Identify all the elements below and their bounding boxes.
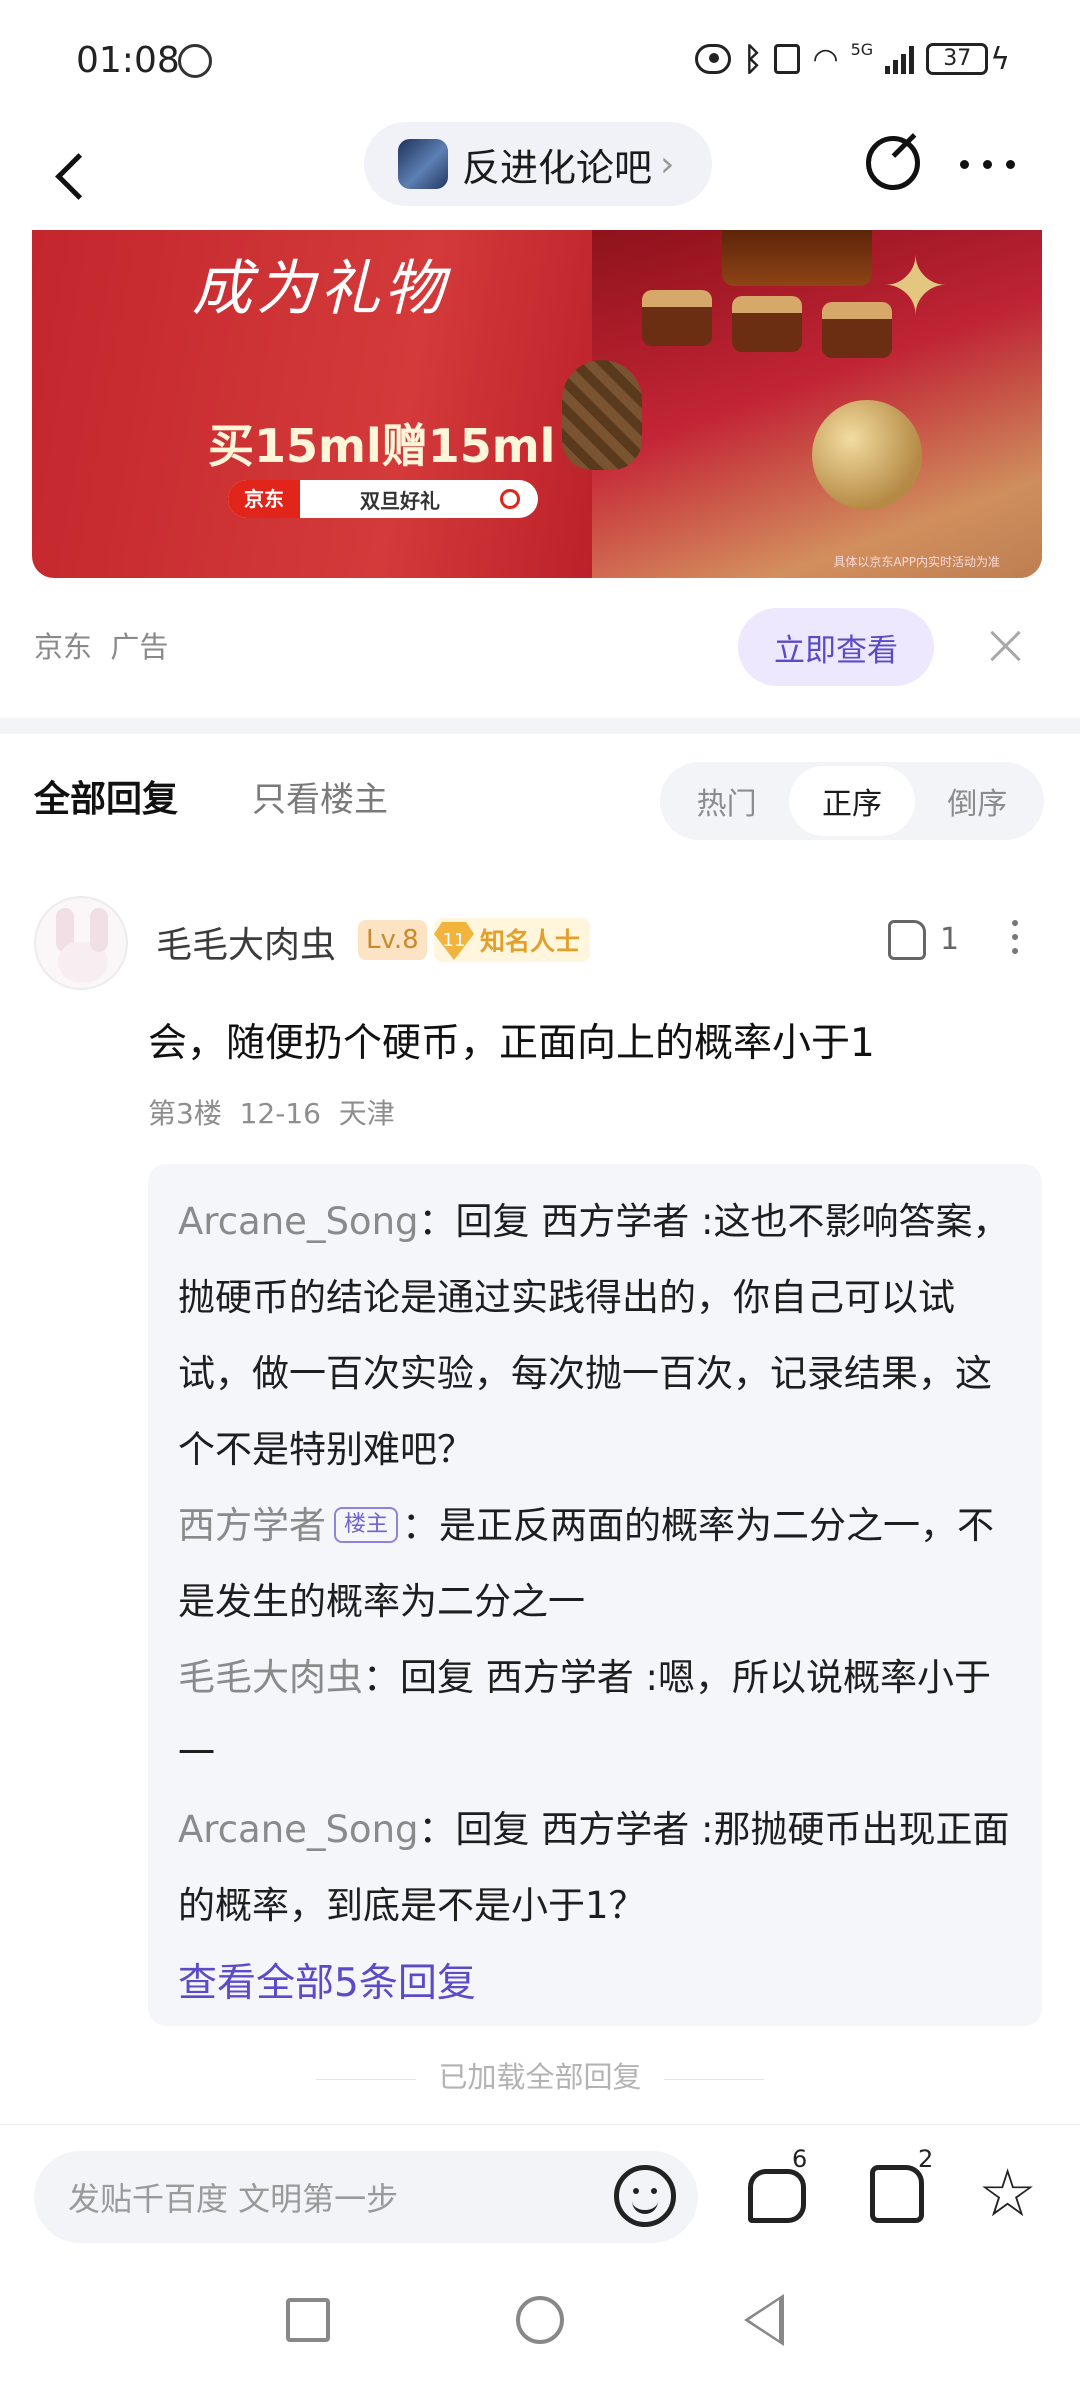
loaded-all-label: 已加载全部回复 bbox=[0, 2054, 1080, 2096]
top-nav: 反进化论吧 › bbox=[0, 120, 1080, 230]
recent-apps-icon[interactable] bbox=[286, 2298, 330, 2342]
sort-ascending[interactable]: 正序 bbox=[789, 766, 915, 836]
section-divider bbox=[0, 718, 1080, 734]
thread-like-count: 2 bbox=[918, 2145, 934, 2173]
charging-icon: ϟ bbox=[990, 41, 1010, 77]
comment-icon[interactable] bbox=[748, 2169, 806, 2223]
emoji-icon[interactable] bbox=[614, 2165, 676, 2227]
thumbs-up-icon[interactable] bbox=[870, 2165, 924, 2223]
ad-view-now-button[interactable]: 立即查看 bbox=[738, 608, 934, 686]
view-all-replies-link[interactable]: 查看全部5条回复 bbox=[178, 1944, 1012, 2024]
sub-reply-author[interactable]: 西方学者 bbox=[178, 1504, 326, 1547]
post-body: 会，随便扔个硬币，正面向上的概率小于1 bbox=[148, 1021, 875, 1066]
home-icon[interactable] bbox=[516, 2296, 564, 2344]
vibrate-icon bbox=[774, 44, 801, 74]
reply-input-placeholder: 发贴千百度 文明第一步 bbox=[68, 2180, 399, 2218]
bottom-bar: 发贴千百度 文明第一步 6 2 ☆ bbox=[0, 2124, 1080, 2256]
post-meta: 第3楼 12-16 天津 bbox=[148, 1097, 395, 1130]
forum-name: 反进化论吧 bbox=[462, 145, 653, 190]
sub-reply[interactable]: 毛毛大肉虫：回复 西方学者 :嗯，所以说概率小于一 bbox=[178, 1640, 1012, 1792]
ad-banner[interactable]: ✦ 成为礼物 买15ml赠15ml 京东 双旦好礼 具体以京东APP内实时活动为… bbox=[32, 230, 1042, 578]
system-nav-bar bbox=[0, 2256, 1080, 2388]
status-bar: 01:08 ᛒ ◠ 5G 37 ϟ bbox=[0, 0, 1080, 120]
hand-icon bbox=[178, 44, 212, 78]
like-count: 1 bbox=[940, 922, 960, 957]
avatar-face bbox=[58, 942, 108, 982]
tab-all-replies[interactable]: 全部回复 bbox=[34, 770, 178, 822]
ad-bauble-image bbox=[812, 400, 922, 510]
username[interactable]: 毛毛大肉虫 bbox=[156, 916, 336, 968]
level-badge: Lv.8 bbox=[358, 920, 427, 960]
network-type: 5G bbox=[850, 40, 874, 59]
ad-search-brand: 京东 bbox=[228, 480, 300, 518]
status-time: 01:08 bbox=[76, 40, 180, 81]
sub-reply[interactable]: 西方学者 楼主 ：是正反两面的概率为二分之一，不是发生的概率为二分之一 bbox=[178, 1488, 1012, 1640]
more-vertical-icon[interactable] bbox=[1012, 920, 1018, 954]
ad-product-bottle-image bbox=[722, 230, 872, 286]
sort-descending[interactable]: 倒序 bbox=[915, 766, 1040, 836]
op-tag: 楼主 bbox=[334, 1506, 399, 1543]
more-icon[interactable] bbox=[960, 160, 1015, 169]
reply-input[interactable]: 发贴千百度 文明第一步 bbox=[34, 2151, 698, 2243]
avatar[interactable] bbox=[34, 896, 128, 990]
star-icon[interactable]: ☆ bbox=[978, 2161, 1037, 2227]
nav-back-icon[interactable] bbox=[744, 2294, 784, 2346]
thumbs-up-icon[interactable] bbox=[888, 920, 926, 960]
expert-badge: 11 知名人士 bbox=[434, 918, 591, 962]
ad-source-label: 京东 广告 bbox=[34, 630, 169, 664]
ad-search-pill: 京东 双旦好礼 bbox=[228, 480, 538, 518]
comment-count: 6 bbox=[792, 2145, 808, 2173]
forum-avatar bbox=[398, 139, 448, 189]
chevron-right-icon: › bbox=[660, 143, 675, 185]
diamond-icon: 11 bbox=[434, 922, 474, 960]
search-icon bbox=[500, 489, 520, 509]
back-icon[interactable] bbox=[50, 146, 90, 206]
forum-pill[interactable]: 反进化论吧 › bbox=[364, 122, 712, 206]
star-decoration-icon: ✦ bbox=[882, 240, 950, 333]
wifi-icon: ◠ bbox=[812, 41, 839, 77]
ad-product-jar-image bbox=[732, 296, 802, 352]
tab-op-only[interactable]: 只看楼主 bbox=[252, 772, 388, 821]
sub-reply-author[interactable]: Arcane_Song bbox=[178, 1200, 419, 1243]
ad-product-jar-image bbox=[642, 290, 712, 346]
ad-search-text: 双旦好礼 bbox=[360, 488, 440, 513]
eye-icon bbox=[695, 44, 732, 74]
sub-reply[interactable]: Arcane_Song：回复 西方学者 :这也不影响答案，抛硬币的结论是通过实践… bbox=[178, 1184, 1012, 1488]
sub-reply-author[interactable]: 毛毛大肉虫 bbox=[178, 1656, 363, 1699]
sub-replies-box[interactable]: Arcane_Song：回复 西方学者 :这也不影响答案，抛硬币的结论是通过实践… bbox=[148, 1164, 1042, 2026]
share-icon[interactable] bbox=[866, 136, 920, 190]
sort-segmented-control: 热门 正序 倒序 bbox=[660, 762, 1044, 840]
expert-badge-label: 知名人士 bbox=[480, 927, 581, 956]
ad-headline: 成为礼物 bbox=[192, 254, 448, 324]
battery-icon: 37 ϟ bbox=[926, 42, 1010, 77]
status-icons: ᛒ ◠ 5G 37 ϟ bbox=[695, 40, 1010, 78]
ad-footnote: 具体以京东APP内实时活动为准 bbox=[833, 555, 1000, 569]
ad-pinecone-image bbox=[562, 360, 642, 470]
bluetooth-icon: ᛒ bbox=[743, 40, 763, 78]
ad-offer: 买15ml赠15ml bbox=[208, 419, 556, 473]
sort-hot[interactable]: 热门 bbox=[664, 766, 789, 836]
battery-level: 37 bbox=[926, 43, 989, 75]
signal-icon bbox=[885, 44, 915, 74]
sub-reply[interactable]: Arcane_Song：回复 西方学者 :那抛硬币出现正面的概率，到底是不是小于… bbox=[178, 1792, 1012, 1944]
close-icon[interactable] bbox=[986, 626, 1026, 666]
sub-reply-author[interactable]: Arcane_Song bbox=[178, 1808, 419, 1851]
loaded-all-text: 已加载全部回复 bbox=[438, 2060, 642, 2094]
